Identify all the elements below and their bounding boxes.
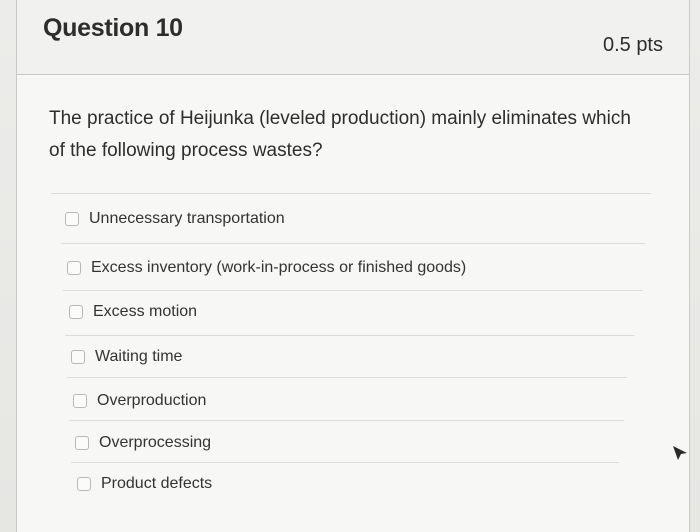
radio-button-icon[interactable]: [73, 394, 87, 408]
answer-option-4[interactable]: Waiting time: [71, 342, 182, 372]
question-card: Question 10 0.5 pts The practice of Heij…: [16, 0, 690, 532]
answer-label: Excess motion: [93, 303, 198, 320]
radio-button-icon[interactable]: [77, 477, 91, 491]
answer-option-6[interactable]: Overprocessing: [75, 428, 211, 458]
answer-divider: [69, 420, 624, 421]
answer-label: Unnecessary transportation: [89, 210, 285, 227]
answer-divider: [61, 243, 645, 244]
answer-label: Waiting time: [95, 348, 183, 365]
answer-divider: [65, 335, 635, 336]
answer-option-2[interactable]: Excess inventory (work-in-process or fin…: [67, 253, 466, 283]
quiz-page: Question 10 0.5 pts The practice of Heij…: [0, 0, 700, 532]
answer-list: Unnecessary transportation Excess invent…: [17, 0, 689, 532]
radio-button-icon[interactable]: [65, 212, 79, 226]
answer-label: Excess inventory (work-in-process or fin…: [91, 259, 467, 276]
answer-divider: [67, 377, 627, 378]
radio-button-icon[interactable]: [71, 350, 85, 364]
answer-option-7[interactable]: Product defects: [77, 469, 212, 499]
answer-divider: [71, 462, 619, 463]
answer-label: Product defects: [101, 475, 213, 492]
radio-button-icon[interactable]: [67, 261, 81, 275]
answer-option-1[interactable]: Unnecessary transportation: [65, 204, 285, 234]
answer-label: Overproduction: [97, 392, 207, 409]
cursor-arrow-icon: [673, 446, 687, 460]
answer-option-3[interactable]: Excess motion: [69, 297, 197, 327]
answer-option-5[interactable]: Overproduction: [73, 386, 206, 416]
answer-divider: [63, 290, 643, 291]
radio-button-icon[interactable]: [69, 305, 83, 319]
radio-button-icon[interactable]: [75, 436, 89, 450]
answer-label: Overprocessing: [99, 434, 212, 451]
